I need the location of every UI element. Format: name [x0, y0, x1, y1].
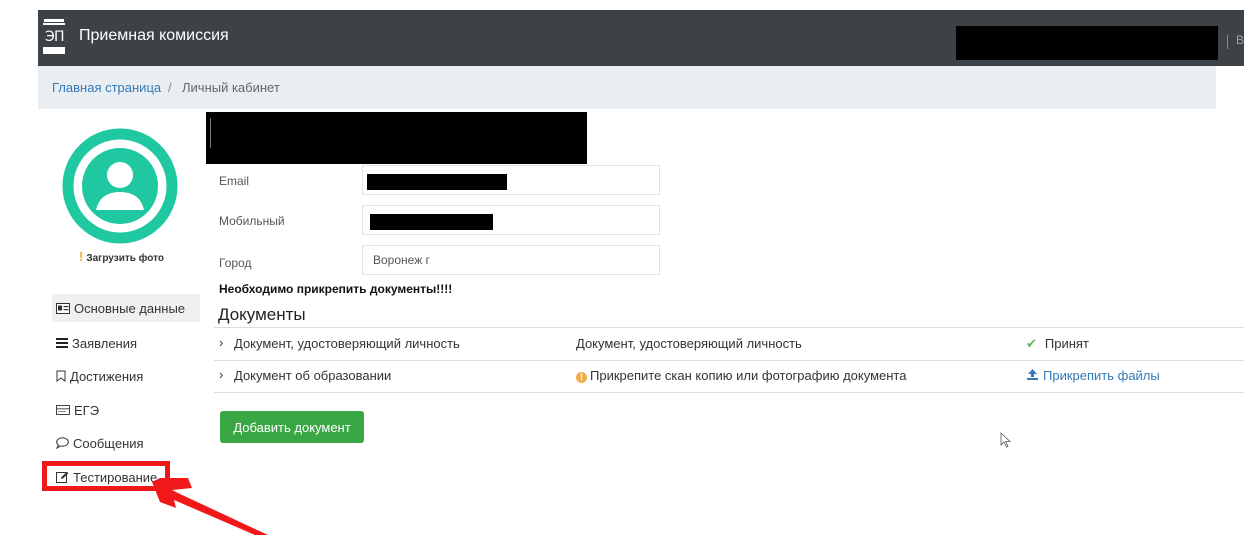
breadcrumb: Главная страница / Личный кабинет: [38, 66, 1216, 109]
breadcrumb-home-link[interactable]: Главная страница: [52, 66, 161, 109]
svg-text:П: П: [54, 29, 65, 45]
breadcrumb-current: Личный кабинет: [182, 80, 280, 95]
exclamation-icon: !: [79, 249, 84, 264]
sidebar-item-label: Основные данные: [74, 300, 186, 316]
upload-icon: [1027, 369, 1038, 380]
attach-files-link[interactable]: Прикрепить файлы: [1027, 368, 1160, 383]
document-row[interactable]: › Документ об образовании ! Прикрепите ск…: [214, 360, 1244, 393]
bookmark-icon: [56, 370, 66, 382]
redacted-phone: [370, 214, 493, 230]
document-name: Документ, удостоверяющий личность: [234, 336, 460, 351]
sidebar-item-label: Сообщения: [73, 435, 144, 451]
upload-photo-link[interactable]: ! Загрузить фото: [79, 249, 164, 264]
document-name: Документ об образовании: [234, 368, 392, 383]
breadcrumb-separator: /: [168, 80, 172, 95]
sidebar-item-main-data[interactable]: Основные данные: [52, 294, 200, 322]
sidebar-item-label: ЕГЭ: [74, 402, 100, 418]
email-label: Email: [219, 174, 250, 188]
upload-photo-label: Загрузить фото: [86, 253, 165, 264]
id-card-icon: [56, 302, 70, 314]
mouse-cursor-icon: [1000, 432, 1012, 448]
sidebar-item-achievements[interactable]: Достижения: [56, 362, 143, 390]
redacted-user-info: [956, 26, 1218, 60]
chevron-right-icon[interactable]: ›: [219, 335, 223, 350]
warning-icon: !: [576, 372, 587, 383]
avatar[interactable]: [62, 128, 178, 244]
list-icon: [56, 338, 68, 348]
redacted-email: [367, 174, 507, 190]
logout-link[interactable]: Вы: [1236, 33, 1244, 47]
attach-documents-notice: Необходимо прикрепить документы!!!!: [219, 282, 453, 296]
checkmark-icon: ✔: [1026, 336, 1037, 351]
red-arrow-annotation: [152, 478, 268, 535]
city-label: Город: [219, 256, 252, 270]
sidebar-item-messages[interactable]: Сообщения: [56, 429, 144, 457]
document-status: ✔ Принят: [1026, 336, 1089, 352]
sidebar-item-label: Заявления: [72, 335, 138, 351]
sidebar-item-label: Достижения: [70, 368, 144, 384]
document-description: ! Прикрепите скан копию или фотографию до…: [576, 368, 906, 383]
document-description-text: Прикрепите скан копию или фотографию док…: [590, 368, 907, 383]
document-row[interactable]: › Документ, удостоверяющий личность Доку…: [214, 327, 1244, 361]
city-field[interactable]: Воронеж г: [362, 245, 660, 275]
sidebar-item-ege[interactable]: ЕГЭ: [56, 396, 99, 424]
chat-icon: [56, 437, 69, 449]
redacted-user-name: [206, 112, 587, 164]
add-document-button[interactable]: Добавить документ: [220, 411, 364, 443]
document-description: Документ, удостоверяющий личность: [576, 336, 802, 351]
phone-label: Мобильный: [219, 214, 285, 228]
documents-heading: Документы: [218, 305, 306, 324]
chevron-right-icon[interactable]: ›: [219, 367, 223, 382]
sidebar-item-applications[interactable]: Заявления: [56, 329, 137, 357]
card-icon: [56, 405, 70, 415]
app-title[interactable]: Приемная комиссия: [79, 27, 229, 45]
top-navbar: Э П Приемная комиссия Вы: [38, 10, 1244, 66]
attach-files-label: Прикрепить файлы: [1043, 368, 1160, 383]
navbar-divider: [1227, 35, 1228, 49]
university-logo-icon: Э П: [43, 19, 65, 54]
document-status-label: Принят: [1044, 336, 1089, 351]
